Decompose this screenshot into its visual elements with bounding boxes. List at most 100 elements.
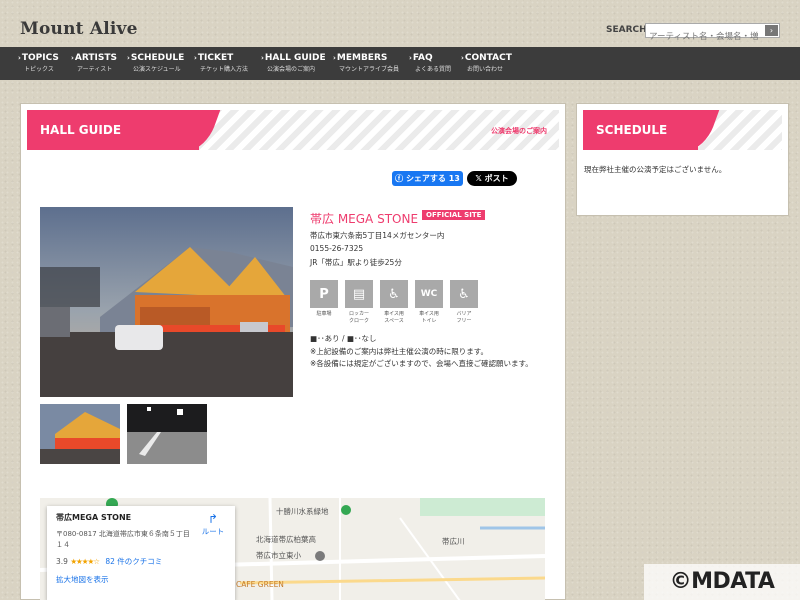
search-label: SEARCH	[606, 25, 647, 35]
venue-address: 帯広市東六条南5丁目14メガセンター内	[310, 231, 445, 240]
venue-thumbnail-1[interactable]	[40, 404, 120, 464]
facility-legend: ■･･あり / ■･･なし	[310, 334, 377, 343]
schedule-header: SCHEDULE	[583, 110, 782, 150]
x-post-label: ポスト	[484, 174, 509, 183]
chevron-right-icon: ›	[71, 54, 74, 62]
nav-item-faq[interactable]: ›FAQ よくある質問	[409, 53, 451, 73]
facility-locker: ▤ ロッカー クローク	[345, 280, 373, 325]
directions-label: ルート	[201, 527, 225, 536]
site-logo[interactable]: Mount Alive	[20, 19, 138, 39]
nav-label-en: TICKET	[197, 53, 234, 63]
facebook-share-label: シェアする 13	[405, 174, 460, 183]
schedule-panel: SCHEDULE 現在弊社主催の公演予定はございません。	[576, 103, 789, 216]
facility-wheelchair-space: ♿ 車イス用 スペース	[380, 280, 408, 325]
hall-guide-panel: HALL GUIDE 公演会場のご案内 ⓕ シェアする 13 𝕏 ポスト 帯広 …	[20, 103, 566, 600]
nav-item-ticket[interactable]: ›TICKET チケット購入方法	[194, 53, 248, 73]
facility-label-line2: スペース	[384, 318, 404, 324]
nav-label-ja: 公演会場のご案内	[267, 66, 316, 73]
search-box: ›	[645, 23, 780, 44]
facility-label-line2: クローク	[348, 318, 369, 324]
chevron-right-icon: ›	[127, 54, 130, 62]
venue-photo	[40, 207, 293, 397]
parking-icon: P	[310, 280, 338, 308]
nav-label: ›TICKET	[194, 53, 248, 63]
x-post-button[interactable]: 𝕏 ポスト	[467, 171, 517, 186]
map-place-card: 帯広MEGA STONE 〒080-0817 北海道帯広市東６条南５丁目１４ 3…	[47, 506, 235, 600]
facility-label: 車イス用 トイレ	[415, 311, 443, 325]
view-larger-map-link[interactable]: 拡大地図を表示	[56, 574, 109, 585]
nav-label-ja: アーティスト	[77, 66, 113, 73]
facility-label: 車イス用 スペース	[380, 311, 408, 325]
chevron-right-icon: ›	[409, 54, 412, 62]
nav-label: ›ARTISTS	[71, 53, 117, 63]
official-site-link[interactable]: OFFICIAL SITE	[422, 210, 486, 220]
venue-phone: 0155-26-7325	[310, 244, 364, 253]
nav-label: ›SCHEDULE	[127, 53, 184, 63]
map-label-school-1: 北海道帯広柏葉高	[256, 535, 316, 544]
wheelchair-space-icon: ♿	[380, 280, 408, 308]
facebook-icon: ⓕ	[395, 174, 406, 183]
reviews-link[interactable]: 82 件のクチコミ	[105, 557, 162, 566]
schedule-empty-message: 現在弊社主催の公演予定はございません。	[584, 165, 727, 174]
map-rating: 3.9 ★★★★☆ 82 件のクチコミ	[56, 556, 162, 567]
nav-label-ja: 公演スケジュール	[133, 66, 181, 73]
nav-label: ›TOPICS	[18, 53, 59, 63]
facility-barrier-free: ♿ バリア フリー	[450, 280, 478, 325]
map-place-address: 〒080-0817 北海道帯広市東６条南５丁目１４	[56, 530, 190, 549]
facility-accessible-toilet: WC 車イス用 トイレ	[415, 280, 443, 325]
chevron-right-icon: ›	[461, 54, 464, 62]
nav-label-ja: チケット購入方法	[200, 66, 249, 73]
rating-value: 3.9	[56, 557, 68, 566]
nav-item-artists[interactable]: ›ARTISTS アーティスト	[71, 53, 117, 73]
map-place-name: 帯広MEGA STONE	[56, 513, 132, 522]
facility-label: ロッカー クローク	[345, 311, 373, 325]
facility-note-2: ※各設備には規定がございますので、会場へ直接ご確認願います。	[310, 359, 533, 368]
directions-button[interactable]: ↱ ルート	[197, 512, 229, 537]
section-title: HALL GUIDE	[27, 110, 199, 150]
map-label-river: 帯広川	[442, 537, 465, 546]
facebook-share-button[interactable]: ⓕ シェアする 13	[392, 171, 463, 186]
nav-label-ja: トピックス	[24, 66, 54, 73]
search-input[interactable]	[646, 30, 764, 44]
nav-item-hall-guide[interactable]: ›HALL GUIDE 公演会場のご案内	[261, 53, 326, 73]
nav-label-en: HALL GUIDE	[264, 53, 326, 63]
main-nav: ›TOPICS トピックス ›ARTISTS アーティスト ›SCHEDULE …	[0, 47, 800, 80]
star-rating-icon: ★★★★☆	[70, 557, 100, 566]
nav-label-ja: よくある質問	[415, 66, 452, 73]
facility-label-line2: トイレ	[421, 318, 437, 324]
nav-item-topics[interactable]: ›TOPICS トピックス	[18, 53, 59, 73]
nav-label-en: ARTISTS	[74, 53, 117, 63]
venue-interior-image	[127, 404, 207, 464]
nav-label: ›MEMBERS	[333, 53, 399, 63]
watermark: ©MDATA	[644, 564, 800, 600]
nav-item-schedule[interactable]: ›SCHEDULE 公演スケジュール	[127, 53, 184, 73]
accessible-toilet-icon: WC	[415, 280, 443, 308]
x-logo-icon: 𝕏	[475, 174, 485, 183]
facility-label-line1: 車イス用	[419, 311, 439, 317]
search-submit-button[interactable]: ›	[765, 25, 778, 36]
venue-thumbnail-2[interactable]	[127, 404, 207, 464]
facility-note-1: ※上記設備のご案内は弊社主催公演の時に限ります。	[310, 347, 489, 356]
nav-label-en: FAQ	[412, 53, 433, 63]
chevron-right-icon: ›	[333, 54, 336, 62]
nav-item-contact[interactable]: ›CONTACT お問い合わせ	[461, 53, 512, 73]
barrier-free-icon: ♿	[450, 280, 478, 308]
facility-label-line1: ロッカー	[348, 311, 369, 317]
nav-label-en: SCHEDULE	[130, 53, 185, 63]
google-map[interactable]: 十勝川水系緑地 北海道帯広柏葉高 帯広市立東小 帯広川 CAFE GREEN 帯…	[40, 498, 545, 600]
map-label-school-2: 帯広市立東小	[256, 551, 301, 560]
facility-label-line2: フリー	[456, 318, 472, 324]
facility-label-line1: バリア	[456, 311, 472, 317]
nav-label: ›FAQ	[409, 53, 451, 63]
nav-label-en: MEMBERS	[336, 53, 388, 63]
nav-label-ja: お問い合わせ	[467, 66, 504, 73]
venue-name: 帯広 MEGA STONE	[310, 212, 419, 226]
venue-thumbnail-image	[40, 404, 120, 464]
nav-item-members[interactable]: ›MEMBERS マウントアライブ会員	[333, 53, 399, 73]
chevron-right-icon: ›	[18, 54, 21, 62]
facility-label: 駐車場	[316, 311, 332, 317]
nav-label-en: CONTACT	[464, 53, 512, 63]
map-label-cafe: CAFE GREEN	[236, 580, 284, 589]
chevron-right-icon: ›	[194, 54, 197, 62]
facility-parking: P 駐車場	[310, 280, 338, 318]
